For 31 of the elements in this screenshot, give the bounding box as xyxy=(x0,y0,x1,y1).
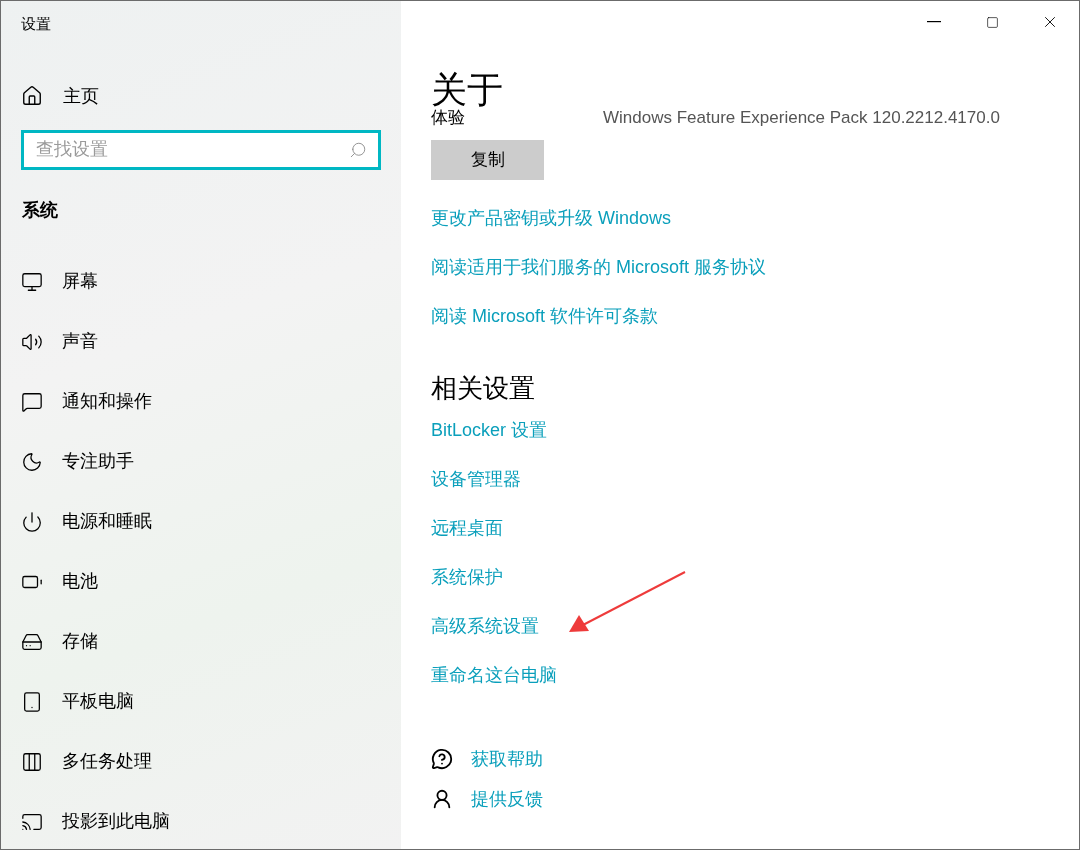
window-title: 设置 xyxy=(21,14,51,34)
help-bubble-icon xyxy=(431,748,453,770)
sidebar-item[interactable]: 平板电脑 xyxy=(21,689,134,714)
sidebar-item[interactable]: 投影到此电脑 xyxy=(21,809,170,834)
sidebar-item[interactable]: 电池 xyxy=(21,569,98,594)
page-title: 关于 xyxy=(431,68,503,110)
copy-button[interactable]: 复制 xyxy=(431,140,544,180)
home-icon xyxy=(21,85,43,107)
search-icon xyxy=(349,140,367,159)
minimize-icon xyxy=(927,21,941,23)
maximize-icon xyxy=(985,15,999,29)
person-feedback-icon xyxy=(431,788,453,810)
section-heading: 相关设置 xyxy=(431,372,535,404)
tablet-icon xyxy=(21,690,43,713)
home-nav-item[interactable]: 主页 xyxy=(21,82,99,110)
spec-label: 体验 xyxy=(431,108,465,130)
spec-value: Windows Feature Experience Pack 120.2212.4170.0 xyxy=(603,107,1000,130)
moon-icon xyxy=(21,450,43,473)
sidebar-item[interactable]: 声音 xyxy=(21,329,98,354)
speech-bubble-icon xyxy=(21,390,43,413)
multitask-icon xyxy=(21,750,43,773)
sidebar-item[interactable]: 多任务处理 xyxy=(21,749,152,774)
search-field[interactable]: 查找设置 xyxy=(21,129,381,170)
power-icon xyxy=(21,510,43,533)
monitor-icon xyxy=(21,270,43,293)
sidebar-item[interactable]: 专注助手 xyxy=(21,449,134,474)
sidebar-item[interactable]: 存储 xyxy=(21,629,98,654)
section-heading: 系统 xyxy=(22,198,58,222)
sidebar-item[interactable]: 屏幕 xyxy=(21,269,98,294)
sidebar-item[interactable]: 电源和睡眠 xyxy=(21,509,152,534)
sidebar-item[interactable]: 通知和操作 xyxy=(21,389,152,414)
